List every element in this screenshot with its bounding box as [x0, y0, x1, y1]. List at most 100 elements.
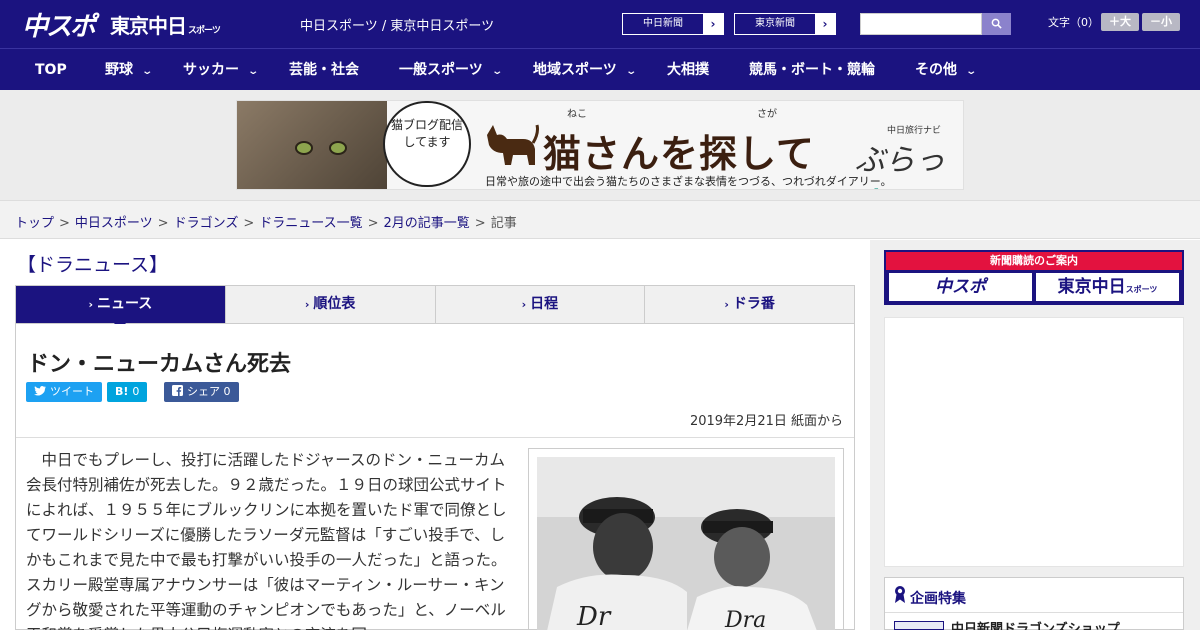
- tokyo-chunichi-logo-text: 東京中日: [1057, 277, 1126, 297]
- font-bigger-button[interactable]: ＋大: [1101, 13, 1139, 31]
- hatena-bookmark-button[interactable]: B! 0: [107, 382, 148, 402]
- breadcrumb-link[interactable]: トップ: [15, 216, 54, 231]
- nav-label: 芸能・社会: [289, 62, 359, 78]
- players-photo: Dr Dra: [537, 457, 835, 630]
- breadcrumb-link[interactable]: ドラニュース一覧: [259, 216, 362, 231]
- nav-item-baseball[interactable]: 野球 ⌄: [105, 49, 153, 91]
- breadcrumb-link[interactable]: ドラゴンズ: [174, 216, 239, 231]
- article-dateline: 2019年2月21日 紙面から: [689, 414, 843, 429]
- tokyo-chunichi-logo-sub: スポーツ: [188, 26, 221, 36]
- nav-label: 一般スポーツ: [399, 62, 483, 78]
- feature-item-dragons-shop[interactable]: 中日新聞ドラゴンズショップ: [951, 618, 1120, 630]
- breadcrumb-current: 記事: [490, 216, 517, 231]
- chevron-right-icon: ›: [822, 17, 828, 31]
- tokyo-chunichi-logo-sub: スポーツ: [1125, 285, 1158, 294]
- ribbon-icon: [895, 586, 905, 603]
- subscription-banner[interactable]: 新聞購読のご案内 中スポ 東京中日スポーツ: [884, 250, 1184, 305]
- tokyo-chunichi-logo: 東京中日スポーツ: [1036, 273, 1179, 301]
- facebook-share-button[interactable]: シェア 0: [164, 382, 239, 402]
- tokyo-chunichi-logo[interactable]: 東京中日 スポーツ: [110, 10, 221, 39]
- ad-brand-hito: 人: [855, 187, 885, 189]
- chevron-right-icon: ›: [304, 298, 310, 311]
- nav-item-other[interactable]: その他 ⌄: [915, 49, 977, 91]
- tokyo-shimbun-link-label: 東京新聞: [735, 14, 815, 34]
- subscription-banner-title: 新聞購読のご案内: [886, 252, 1182, 270]
- nav-item-entertainment[interactable]: 芸能・社会: [289, 49, 359, 91]
- nav-label: 競馬・ボート・競輪: [749, 62, 875, 78]
- nav-item-general-sports[interactable]: 一般スポーツ ⌄: [399, 49, 503, 91]
- chevron-right-icon: ›: [521, 298, 527, 311]
- svg-text:Dr: Dr: [576, 602, 612, 630]
- cat-photo: [237, 101, 387, 189]
- cat-silhouette-icon: [487, 124, 539, 165]
- chuspo-logo: 中スポ: [889, 273, 1032, 301]
- tab-schedule[interactable]: › 日程: [436, 286, 646, 323]
- chevron-right-icon: ›: [710, 17, 716, 31]
- nav-label: サッカー: [183, 62, 239, 78]
- breadcrumb-sep: >: [157, 216, 169, 231]
- breadcrumb-link[interactable]: 中日スポーツ: [75, 216, 153, 231]
- chevron-right-icon: ›: [724, 298, 729, 311]
- breadcrumb: トップ > 中日スポーツ > ドラゴンズ > ドラニュース一覧 >2月の記事一覧 > 記事: [15, 212, 517, 231]
- tweet-button[interactable]: ツイート: [26, 382, 102, 402]
- article-photo-frame[interactable]: Dr Dra: [528, 448, 844, 630]
- tab-label: 日程: [530, 296, 559, 312]
- breadcrumb-sep: >: [367, 216, 379, 231]
- tab-label: ニュース: [96, 296, 153, 312]
- nav-item-racing[interactable]: 競馬・ボート・競輪: [749, 49, 875, 91]
- tokyo-shimbun-link[interactable]: 東京新聞 ›: [734, 13, 836, 35]
- chunichi-shimbun-link[interactable]: 中日新聞 ›: [622, 13, 724, 35]
- svg-text:Dra: Dra: [724, 608, 766, 630]
- nav-item-soccer[interactable]: サッカー ⌄: [183, 49, 260, 91]
- nav-item-sumo[interactable]: 大相撲: [667, 49, 709, 91]
- hatena-count: 0: [132, 385, 140, 398]
- search-button[interactable]: [982, 13, 1011, 35]
- breadcrumb-sep: >: [243, 216, 255, 231]
- chunichi-shimbun-link-label: 中日新聞: [623, 14, 703, 34]
- nav-label: その他: [915, 62, 957, 78]
- ad-title: 猫さんを探して: [543, 132, 815, 176]
- facebook-share-count: 0: [223, 385, 231, 398]
- breadcrumb-link[interactable]: 2月の記事一覧: [384, 216, 470, 231]
- ad-subtitle: 日常や旅の途中で出会う猫たちのさまざまな表情をつづる、つれづれダイアリー。: [485, 175, 892, 188]
- feature-title: 企画特集: [910, 591, 966, 607]
- chevron-down-icon: ⌄: [247, 66, 260, 77]
- search-input[interactable]: [860, 13, 982, 35]
- font-smaller-button[interactable]: －小: [1142, 13, 1180, 31]
- cat-eye: [295, 141, 313, 155]
- site-header: 中スポ 東京中日 スポーツ 中日スポーツ / 東京中日スポーツ 中日新聞 › 東京…: [0, 0, 1200, 48]
- divider: [885, 612, 1183, 613]
- font-size-label: 文字（0）: [1048, 16, 1099, 29]
- subscription-logos: 中スポ 東京中日スポーツ: [886, 270, 1182, 301]
- tab-standings[interactable]: › 順位表: [226, 286, 436, 323]
- article-headline: ドン・ニューカムさん死去: [27, 352, 292, 377]
- facebook-share-label: シェア: [187, 385, 220, 398]
- facebook-icon: [172, 385, 183, 396]
- search-icon: [991, 18, 1002, 29]
- nav-label: 地域スポーツ: [533, 62, 617, 78]
- twitter-bird-icon: [34, 386, 46, 396]
- chuspo-logo[interactable]: 中スポ: [22, 6, 96, 43]
- tweet-label: ツイート: [50, 385, 94, 398]
- feature-thumbnail[interactable]: [894, 621, 944, 630]
- ad-brand: ぶらっ人: [855, 135, 963, 189]
- divider: [16, 437, 854, 438]
- tab-bar: › ニュース › 順位表 › 日程 › ドラ番: [15, 285, 855, 330]
- breadcrumb-sep: >: [474, 216, 486, 231]
- tab-label: ドラ番: [732, 296, 775, 312]
- nav-item-local-sports[interactable]: 地域スポーツ ⌄: [533, 49, 637, 91]
- section-title: 【ドラニュース】: [17, 254, 169, 276]
- chevron-down-icon: ⌄: [625, 66, 637, 77]
- breadcrumb-band: トップ > 中日スポーツ > ドラゴンズ > ドラニュース一覧 >2月の記事一覧 > 記事: [0, 200, 1200, 239]
- cat-blog-banner-ad[interactable]: 猫ブログ配信してます ねこ さが 猫さんを探して 日常や旅の途中で出会う猫たちの…: [236, 100, 964, 190]
- tab-news[interactable]: › ニュース: [16, 286, 226, 330]
- tokyo-chunichi-logo-text: 東京中日: [110, 14, 187, 38]
- chevron-down-icon: ⌄: [491, 66, 503, 77]
- nav-item-top[interactable]: TOP: [35, 49, 67, 91]
- ad-brand-text: ぶらっ: [855, 143, 945, 178]
- ad-furigana: さが: [757, 109, 777, 120]
- site-label: 中日スポーツ / 東京中日スポーツ: [300, 19, 495, 34]
- speech-bubble: 猫ブログ配信してます: [383, 101, 471, 187]
- article-body: 中日でもプレーし、投打に活躍したドジャースのドン・ニューカム会長付特別補佐が死去…: [26, 451, 507, 630]
- tab-dora-ban[interactable]: › ドラ番: [645, 286, 854, 323]
